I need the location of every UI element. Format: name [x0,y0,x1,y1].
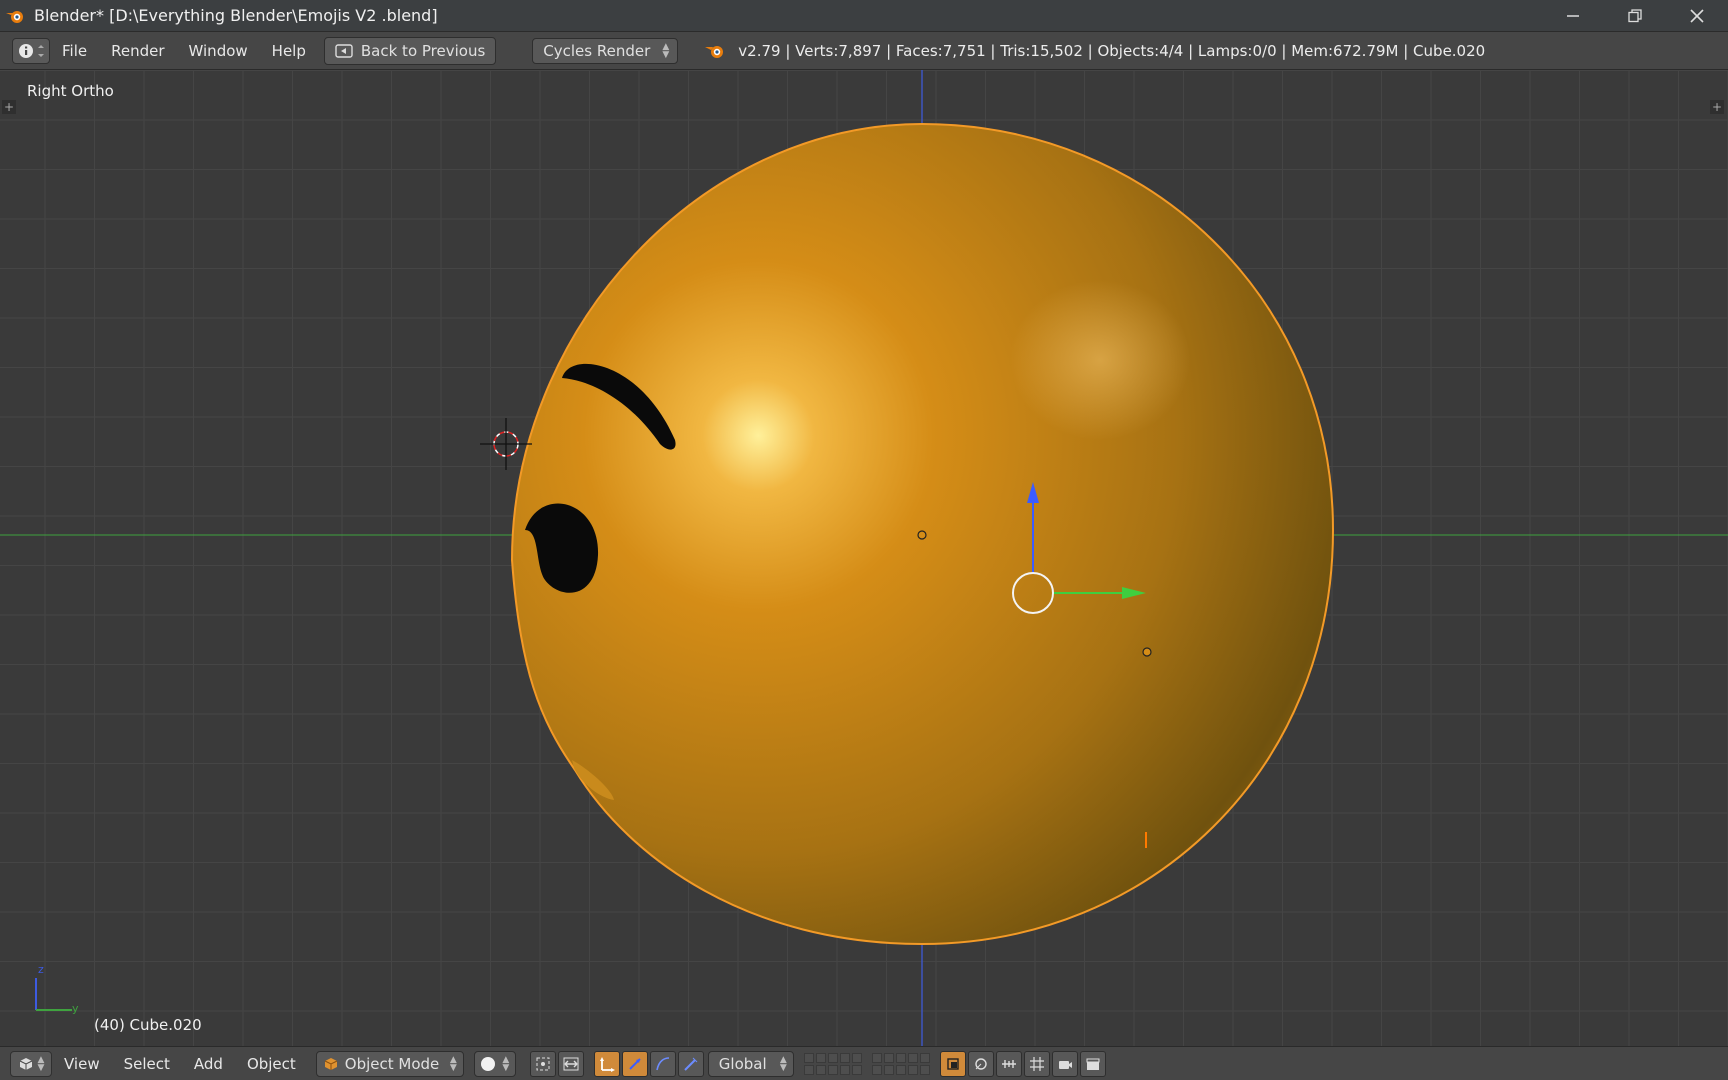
object-mode-cube-icon [324,1057,338,1070]
layer-button[interactable] [839,1064,850,1075]
layer-button[interactable] [851,1052,862,1063]
layer-buttons-group-2[interactable] [871,1052,930,1075]
title-bar: Blender* [D:\Everything Blender\Emojis V… [0,0,1728,32]
solid-shading-icon [481,1056,496,1071]
rotate-arrow-icon [629,1057,641,1070]
menu-window[interactable]: Window [177,32,260,70]
gizmo-z-label: z [38,963,44,976]
3d-view-icon [19,1057,32,1070]
layer-button[interactable] [907,1052,918,1063]
back-screen-icon [335,43,353,58]
menu-add[interactable]: Add [182,1055,235,1073]
scale-manipulator-button[interactable] [649,1050,676,1077]
pivot-point-button[interactable] [529,1050,556,1077]
menu-file[interactable]: File [50,32,99,70]
menu-select[interactable]: Select [112,1055,182,1073]
viewport-canvas [0,70,1728,1046]
scene-stats: v2.79 | Verts:7,897 | Faces:7,751 | Tris… [738,41,1486,60]
curve-icon [656,1056,669,1070]
info-header: File Render Window Help Back to Previous… [0,32,1728,70]
layer-button[interactable] [815,1052,826,1063]
interaction-mode-select[interactable]: Object Mode ▲ ▼ [315,1050,464,1077]
pen-tool-icon [684,1057,698,1071]
transform-orientation-select[interactable]: Global ▲ ▼ [707,1050,794,1077]
back-to-previous-button[interactable]: Back to Previous [323,36,497,65]
axis-gizmo [35,978,72,1011]
object-origin-point[interactable] [917,530,927,540]
gizmo-y-label: y [72,1002,79,1015]
menu-object[interactable]: Object [235,1055,308,1073]
rotate-manipulator-button[interactable] [621,1050,648,1077]
layer-button[interactable] [919,1052,930,1063]
clapperboard-icon [1086,1058,1100,1070]
back-to-previous-label: Back to Previous [360,41,486,60]
snap-increment-icon [1001,1059,1016,1068]
blender-logo-icon [4,5,26,27]
updown-arrows-icon: ▲ ▼ [37,1054,45,1073]
menu-view[interactable]: View [52,1055,112,1073]
layer-button[interactable] [827,1052,838,1063]
manipulator-toggle-button[interactable] [557,1050,584,1077]
active-object-label: (40) Cube.020 [94,1016,202,1034]
transform-orientation-value: Global [718,1054,767,1073]
render-engine-value: Cycles Render [543,41,651,60]
layer-button[interactable] [907,1064,918,1075]
opengl-render-button[interactable] [1051,1050,1078,1077]
viewport-shading-select[interactable]: ▲ ▼ [473,1050,516,1077]
layer-button[interactable] [883,1052,894,1063]
proportional-edit-button[interactable] [967,1050,994,1077]
layer-button[interactable] [827,1064,838,1075]
translate-arrow-icon [599,1056,615,1072]
layer-button[interactable] [815,1064,826,1075]
layer-button[interactable] [871,1064,882,1075]
window-title: Blender* [D:\Everything Blender\Emojis V… [34,6,438,25]
proportional-edit-icon [975,1057,987,1070]
minimize-icon[interactable] [1542,0,1604,32]
updown-arrows-icon: ▲ ▼ [449,1054,457,1073]
restore-icon[interactable] [1604,0,1666,32]
layers-icon [947,1057,959,1070]
region-expand-right-icon[interactable]: + [1710,100,1724,114]
snap-element-button[interactable] [995,1050,1022,1077]
blender-logo-icon [705,45,724,58]
editor-type-selector[interactable] [12,37,50,64]
snap-toggle-button[interactable] [1023,1050,1050,1077]
layer-button[interactable] [803,1052,814,1063]
region-expand-left-icon[interactable]: + [2,100,16,114]
layer-button[interactable] [803,1064,814,1075]
snap-grid-icon [1029,1056,1044,1071]
camera-icon [1058,1060,1072,1069]
interaction-mode-value: Object Mode [344,1054,440,1073]
info-icon [19,43,44,58]
menu-render[interactable]: Render [99,32,176,70]
layer-buttons-group-1[interactable] [803,1052,862,1075]
editor-type-selector[interactable]: ▲ ▼ [10,1050,52,1077]
layer-button[interactable] [883,1064,894,1075]
3d-viewport[interactable]: Right Ortho + + z y (40) Cube.020 [0,70,1728,1046]
updown-arrows-icon: ▲ ▼ [662,41,670,60]
layer-button[interactable] [919,1064,930,1075]
translate-manipulator-button[interactable] [593,1050,620,1077]
render-engine-select[interactable]: Cycles Render ▲ ▼ [532,37,679,64]
close-icon[interactable] [1666,0,1728,32]
viewport-header: ▲ ▼ View Select Add Object Object Mode ▲ ▼… [0,1046,1728,1080]
opengl-animation-button[interactable] [1079,1050,1106,1077]
lock-camera-layers-button[interactable] [939,1050,966,1077]
layer-button[interactable] [871,1052,882,1063]
updown-arrows-icon: ▲ ▼ [779,1054,787,1073]
transform-tool-button[interactable] [677,1050,704,1077]
view-label: Right Ortho [27,82,114,100]
manipulator-icon [563,1057,579,1070]
updown-arrows-icon: ▲ ▼ [502,1054,510,1073]
layer-button[interactable] [895,1064,906,1075]
menu-help[interactable]: Help [260,32,318,70]
pivot-icon [536,1057,550,1070]
layer-button[interactable] [851,1064,862,1075]
object-origin-point[interactable] [1142,647,1152,657]
layer-button[interactable] [839,1052,850,1063]
layer-button[interactable] [895,1052,906,1063]
